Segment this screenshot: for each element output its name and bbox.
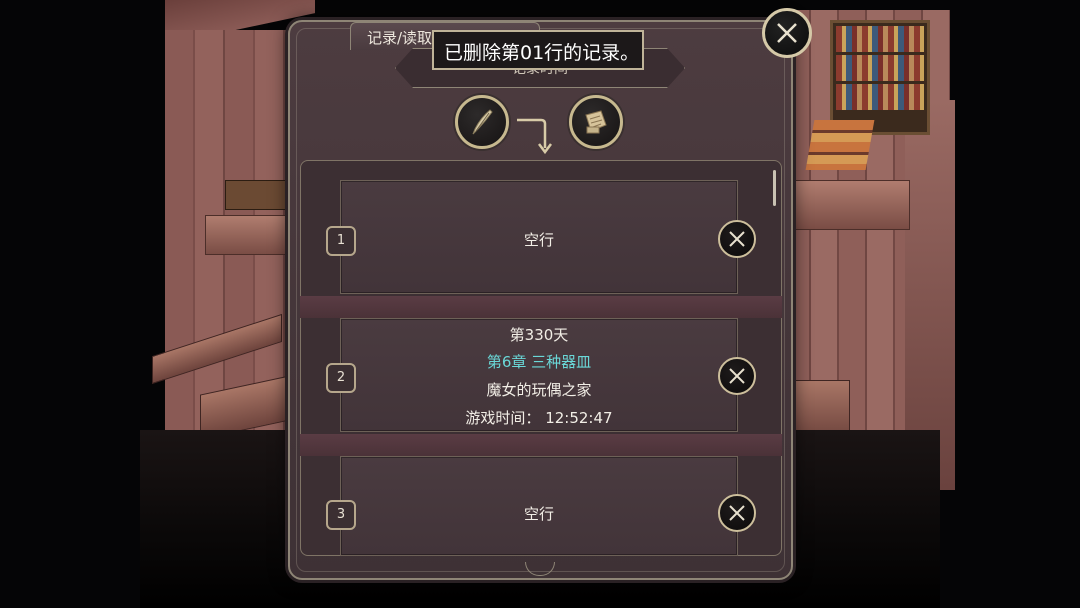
toast-message: 已删除第01行的记录。 bbox=[432, 30, 644, 70]
book-pile bbox=[805, 120, 875, 170]
wooden-ledge bbox=[205, 215, 300, 255]
wooden-ledge bbox=[790, 180, 910, 230]
slot-empty-label: 空行 bbox=[523, 231, 554, 249]
delete-icon bbox=[729, 505, 745, 521]
delete-slot-button[interactable] bbox=[718, 357, 756, 395]
slot-day: 第330天 bbox=[509, 326, 569, 344]
close-button[interactable] bbox=[762, 8, 812, 58]
slot-location: 魔女的玩偶之家 bbox=[486, 381, 592, 399]
slot-chapter: 第6章 三种器皿 bbox=[486, 353, 592, 371]
delete-icon bbox=[729, 231, 745, 247]
slot-empty-label: 空行 bbox=[523, 505, 554, 523]
delete-slot-button[interactable] bbox=[718, 494, 756, 532]
writing-desk bbox=[225, 180, 290, 210]
scroll-icon[interactable] bbox=[569, 95, 623, 149]
close-icon bbox=[777, 23, 797, 43]
delete-slot-button[interactable] bbox=[718, 220, 756, 258]
bookcase bbox=[830, 20, 930, 135]
slot-play-time: 游戏时间： 12:52:47 bbox=[465, 409, 613, 427]
quill-icon[interactable] bbox=[455, 95, 509, 149]
delete-icon bbox=[729, 368, 745, 384]
arrow-icon bbox=[515, 110, 555, 160]
scrollbar[interactable] bbox=[773, 170, 776, 206]
slot-divider bbox=[300, 434, 782, 456]
slot-divider bbox=[300, 296, 782, 318]
